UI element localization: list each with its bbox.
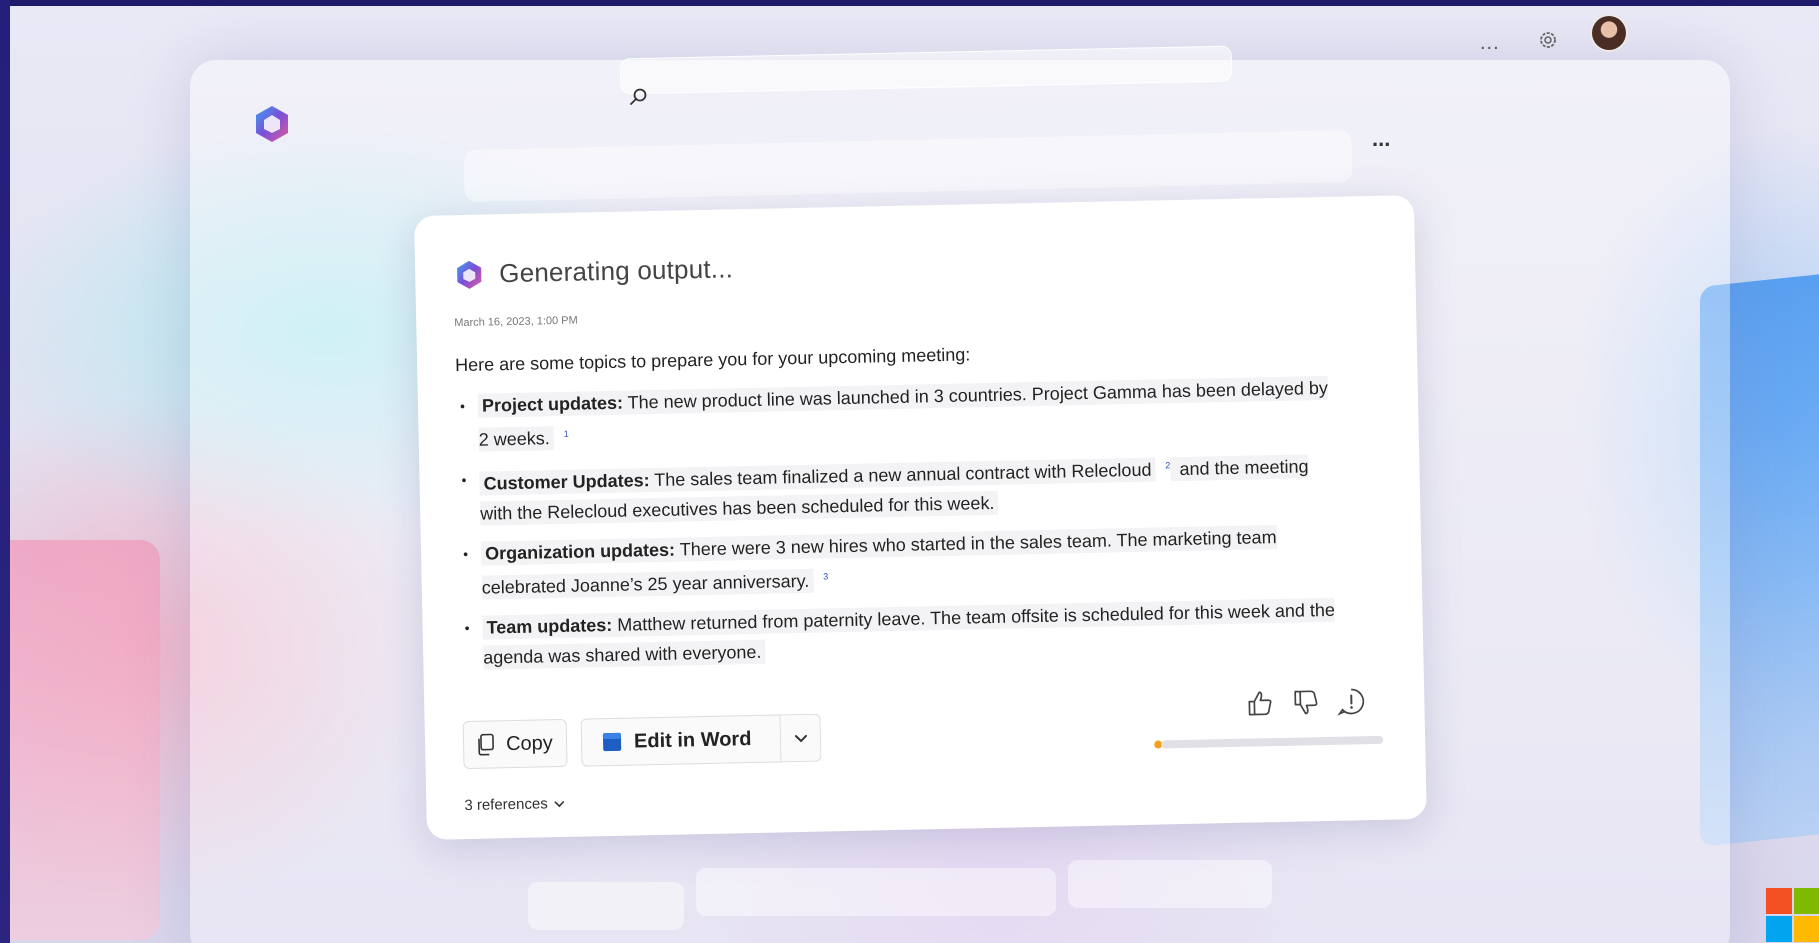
references-toggle[interactable]: 3 references (464, 795, 566, 814)
copilot-logo-icon (457, 260, 482, 289)
edit-in-word-label: Edit in Word (633, 727, 752, 753)
search-icon[interactable] (628, 86, 650, 108)
decorative-ribbon-pink (10, 540, 160, 940)
avatar[interactable] (1590, 14, 1628, 52)
copy-button[interactable]: Copy (462, 718, 568, 770)
copilot-logo-icon (256, 106, 288, 142)
frame-edge-left (0, 0, 10, 943)
suggestion-chip[interactable] (1068, 860, 1272, 908)
chevron-down-icon (554, 800, 565, 807)
copy-label: Copy (505, 731, 553, 755)
list-item: Customer Updates: The sales team finaliz… (457, 447, 1338, 529)
bullet-label: Team updates: (486, 614, 613, 638)
suggestion-chip[interactable] (528, 882, 684, 930)
edit-in-word-button[interactable]: Edit in Word (580, 714, 782, 767)
references-label: 3 references (464, 795, 548, 815)
frame-edge-top (0, 0, 1819, 6)
bullet-text: There were 3 new hires who started in th… (481, 527, 1277, 598)
timestamp: March 16, 2023, 1:00 PM (454, 314, 578, 330)
response-card: Generating output... March 16, 2023, 1:0… (414, 195, 1427, 840)
citation-marker[interactable]: 3 (823, 561, 829, 591)
bullet-label: Project updates: (481, 392, 624, 416)
top-more-button[interactable]: ... (1480, 32, 1500, 55)
thumbs-down-icon[interactable] (1290, 687, 1321, 718)
bullet-text: The sales team finalized a new annual co… (649, 459, 1152, 491)
list-item: Project updates: The new product line wa… (456, 373, 1337, 455)
status-title: Generating output... (498, 253, 734, 289)
list-item: Team updates: Matthew returned from pate… (460, 595, 1341, 673)
microsoft-logo-icon (1766, 888, 1819, 943)
edit-options-dropdown[interactable] (780, 713, 822, 763)
thumbs-up-icon[interactable] (1244, 688, 1275, 719)
app-stage: ... ... Generating output... March 16, 2… (0, 0, 1819, 943)
word-icon (602, 732, 622, 752)
bullet-label: Customer Updates: (483, 470, 650, 494)
prompt-more-button[interactable]: ... (1372, 126, 1390, 152)
list-item: Organization updates: There were 3 new h… (459, 521, 1340, 603)
bullet-text: The new product line was launched in 3 c… (478, 377, 1329, 450)
progress-track (1161, 735, 1384, 749)
copy-icon (478, 733, 494, 756)
suggestion-chip[interactable] (696, 868, 1056, 916)
gear-icon[interactable] (1536, 28, 1560, 52)
citation-marker[interactable]: 1 (563, 419, 569, 449)
feedback-icon[interactable] (1336, 686, 1367, 717)
chevron-down-icon (794, 734, 807, 743)
topics-list: Project updates: The new product line wa… (456, 373, 1342, 683)
bullet-label: Organization updates: (484, 539, 676, 564)
intro-text: Here are some topics to prepare you for … (454, 344, 971, 376)
